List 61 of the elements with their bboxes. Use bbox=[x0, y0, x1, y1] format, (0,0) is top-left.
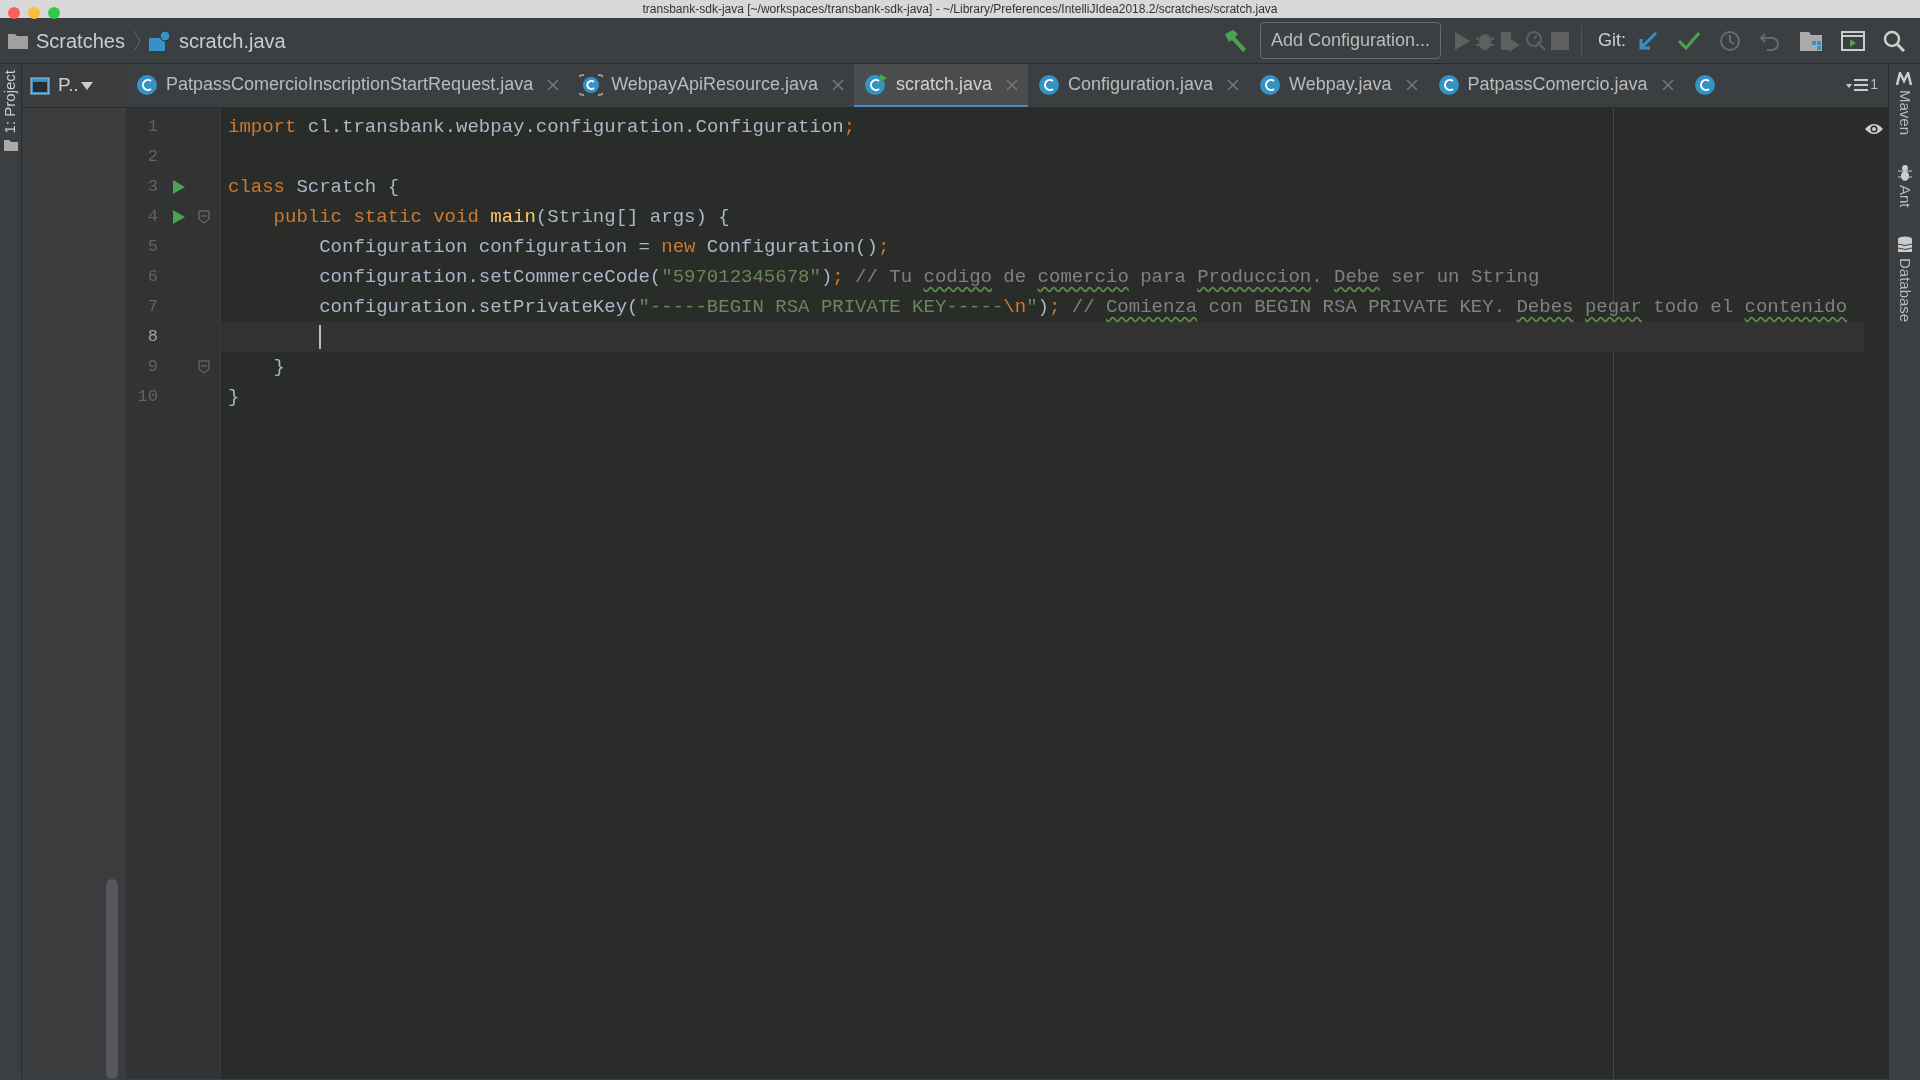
tab-list-icon bbox=[1846, 77, 1869, 92]
code-line: class Scratch { bbox=[228, 176, 400, 198]
panel-icon bbox=[30, 76, 50, 95]
code-line: import cl.transbank.webpay.configuration.Configuration; bbox=[228, 116, 856, 138]
tool-window-tab[interactable]: 1: Project bbox=[0, 64, 22, 140]
folder-crumb[interactable]: Scratches bbox=[36, 25, 125, 56]
abstract-class-file-icon bbox=[579, 73, 604, 96]
editor-tab[interactable]: scratch.java bbox=[853, 64, 1028, 107]
close-icon[interactable] bbox=[831, 78, 844, 91]
fold-marker-icon[interactable] bbox=[198, 210, 210, 224]
editor-tab[interactable]: WebpayApiResource.java bbox=[569, 64, 854, 107]
code-line: public static void main(String[] args) { bbox=[273, 206, 730, 228]
window-title: transbank-sdk-java [~/workspaces/transbank-sdk-java] - ~/Library/Preferences/IntelliJIdea2018.2/scratches/scratch.java bbox=[642, 2, 1278, 16]
tool-window-tab[interactable]: Database bbox=[1893, 253, 1916, 326]
project-view-dropdown[interactable]: P.. bbox=[58, 67, 93, 104]
git-label: Git: bbox=[1598, 29, 1626, 52]
class-file-icon bbox=[1437, 73, 1460, 96]
database-icon bbox=[1896, 235, 1913, 254]
scrollbar-thumb[interactable] bbox=[106, 879, 118, 1079]
fold-marker-icon[interactable] bbox=[198, 360, 210, 374]
eye-icon[interactable] bbox=[1864, 121, 1884, 136]
editor-tab[interactable]: PatpassComercio.java bbox=[1427, 64, 1684, 107]
project-structure-icon[interactable] bbox=[1799, 29, 1823, 52]
close-icon[interactable] bbox=[1661, 78, 1674, 91]
chevron-icon bbox=[132, 29, 141, 52]
tool-window-tab[interactable]: Ant bbox=[1893, 181, 1916, 212]
class-file-icon bbox=[1259, 73, 1282, 96]
class-file-icon bbox=[1693, 73, 1716, 96]
close-icon[interactable] bbox=[1227, 78, 1240, 91]
class-file-icon bbox=[1038, 73, 1060, 96]
close-icon[interactable] bbox=[1006, 78, 1018, 91]
commit-check-icon[interactable] bbox=[1677, 29, 1701, 52]
tool-window-tab[interactable]: Maven bbox=[1893, 86, 1916, 140]
code-line: } bbox=[228, 386, 240, 408]
scratch-file-icon bbox=[148, 29, 171, 52]
folder-icon bbox=[8, 32, 28, 49]
code-line: configuration.setPrivateKey("-----BEGIN RSA PRIVATE KEY-----\n"); // Comienza con BEGIN RSA PRIVATE KEY. Debes pegar todo el contenido bbox=[319, 296, 1848, 318]
ant-icon bbox=[1896, 163, 1913, 182]
update-arrow-icon[interactable] bbox=[1637, 29, 1659, 52]
line-number: 8 bbox=[146, 326, 158, 349]
folder-icon bbox=[3, 139, 18, 152]
code-line: Configuration configuration = new Configuration(); bbox=[319, 236, 890, 258]
run-icon[interactable] bbox=[172, 179, 186, 195]
tab-list-button[interactable]: 1 bbox=[1836, 64, 1888, 107]
history-icon[interactable] bbox=[1719, 29, 1741, 52]
editor-tab[interactable]: PatpassComercioInscriptionStartRequest.java bbox=[126, 64, 570, 107]
editor-tab[interactable]: Webpay.java bbox=[1249, 64, 1428, 107]
search-icon[interactable] bbox=[1883, 29, 1905, 52]
editor-tab[interactable]: Configuration.java bbox=[1028, 64, 1250, 107]
class-file-icon bbox=[136, 73, 158, 96]
code-line: configuration.setCommerceCode("597012345678"); // Tu codigo de comercio para Produccion. Debe ser un String bbox=[319, 266, 1540, 288]
add-configuration-button[interactable]: Add Configuration... bbox=[1259, 22, 1441, 59]
scratch-file-icon bbox=[863, 73, 888, 96]
terminal-window-icon[interactable] bbox=[1841, 29, 1865, 52]
code-line: } bbox=[273, 356, 285, 378]
maven-icon bbox=[1895, 72, 1914, 86]
file-crumb[interactable]: scratch.java bbox=[178, 25, 286, 56]
close-icon[interactable] bbox=[1405, 78, 1418, 91]
close-icon[interactable] bbox=[547, 78, 560, 91]
dropdown-caret-icon bbox=[80, 81, 93, 90]
run-icon[interactable] bbox=[172, 209, 186, 225]
